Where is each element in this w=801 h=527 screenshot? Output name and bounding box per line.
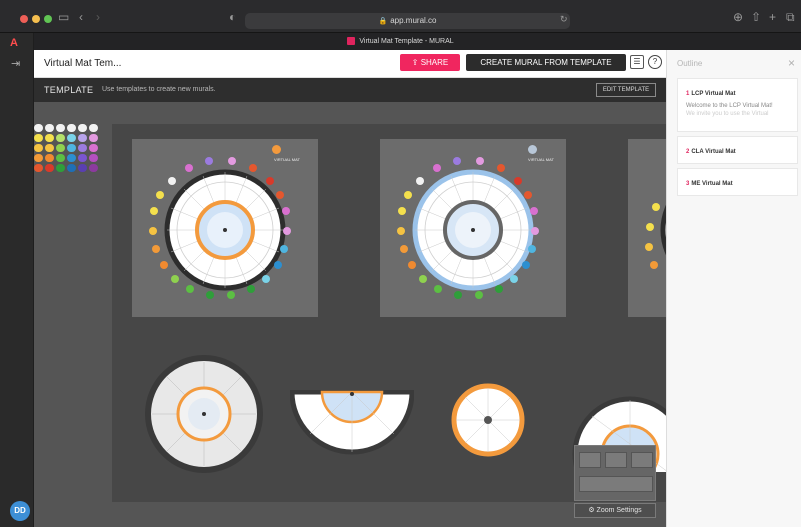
mural-title[interactable]: Virtual Mat Tem... bbox=[44, 58, 121, 69]
tab-bar: Virtual Mat Template - MURAL bbox=[0, 33, 801, 50]
mural-header: Virtual Mat Tem... ⇪ SHARE CREATE MURAL … bbox=[34, 50, 666, 78]
gear-icon: ⚙ bbox=[588, 507, 597, 514]
zoom-window-button[interactable] bbox=[44, 15, 52, 23]
zoom-settings-button[interactable]: ⚙ Zoom Settings bbox=[574, 503, 656, 518]
reload-icon[interactable]: ↻ bbox=[560, 12, 568, 26]
template-description: Use templates to create new murals. bbox=[102, 86, 216, 93]
half-disc-graphic bbox=[290, 390, 414, 455]
palette-chip[interactable] bbox=[56, 134, 65, 142]
palette-chip[interactable] bbox=[34, 144, 43, 152]
browser-toolbar: ▭ ‹ › ◐ 🔒 app.mural.co ↻ ⊕ ⇧ + ⧉ bbox=[0, 0, 801, 33]
minimap-cell[interactable] bbox=[605, 452, 627, 468]
palette-chip[interactable] bbox=[56, 144, 65, 152]
outline-item-preview: Welcome to the LCP Virtual Mat! bbox=[686, 103, 773, 109]
mat-wheel-graphic bbox=[645, 203, 666, 269]
outline-item-number: 3 bbox=[686, 181, 690, 187]
mural-favicon-icon bbox=[347, 37, 356, 46]
tab-overview-icon[interactable]: ⧉ bbox=[786, 10, 795, 24]
palette-chip[interactable] bbox=[78, 134, 87, 142]
outline-item-preview-faded: We invite you to use the Virtual bbox=[686, 111, 769, 117]
palette-chip[interactable] bbox=[89, 154, 98, 162]
share-label: SHARE bbox=[420, 58, 449, 67]
palette-chip[interactable] bbox=[78, 154, 87, 162]
close-icon[interactable]: × bbox=[788, 56, 795, 70]
palette-chip[interactable] bbox=[67, 154, 76, 162]
outline-panel: Outline × 1 LCP Virtual Mat Welcome to th… bbox=[666, 50, 801, 527]
share-sheet-icon[interactable]: ⇧ bbox=[751, 10, 761, 24]
template-label: TEMPLATE bbox=[44, 85, 94, 95]
privacy-shield-icon[interactable]: ◐ bbox=[229, 10, 236, 24]
minimap-cell[interactable] bbox=[579, 476, 653, 492]
small-disc-graphic bbox=[451, 383, 525, 457]
back-arrow-icon[interactable]: ‹ bbox=[79, 10, 83, 24]
outline-item-me[interactable]: 3 ME Virtual Mat bbox=[677, 168, 798, 196]
sticky-palette[interactable] bbox=[34, 122, 104, 182]
palette-chip[interactable] bbox=[34, 154, 43, 162]
address-bar[interactable]: 🔒 app.mural.co bbox=[245, 13, 570, 29]
palette-chip[interactable] bbox=[56, 154, 65, 162]
outline-title: Outline bbox=[677, 59, 703, 68]
palette-chip[interactable] bbox=[89, 164, 98, 172]
palette-chip[interactable] bbox=[89, 134, 98, 142]
palette-chip[interactable] bbox=[34, 134, 43, 142]
active-tab[interactable]: Virtual Mat Template - MURAL bbox=[0, 36, 801, 47]
palette-chip[interactable] bbox=[67, 164, 76, 172]
minimap[interactable] bbox=[574, 445, 656, 501]
palette-chip[interactable] bbox=[67, 144, 76, 152]
outline-toggle-icon[interactable]: ☰ bbox=[630, 55, 644, 69]
share-button[interactable]: ⇪ SHARE bbox=[400, 54, 460, 71]
palette-chip[interactable] bbox=[89, 144, 98, 152]
mat-badges-graphic bbox=[149, 157, 291, 299]
edit-template-button[interactable]: EDIT TEMPLATE bbox=[596, 83, 656, 97]
outline-item-cla[interactable]: 2 CLA Virtual Mat bbox=[677, 136, 798, 164]
new-tab-icon[interactable]: + bbox=[769, 10, 776, 24]
forward-arrow-icon[interactable]: › bbox=[96, 10, 100, 24]
palette-chip[interactable] bbox=[34, 164, 43, 172]
outline-item-number: 2 bbox=[686, 149, 690, 155]
sidebar-toggle-icon[interactable]: ▭ bbox=[58, 10, 69, 24]
palette-chip[interactable] bbox=[67, 134, 76, 142]
outline-item-label: ME Virtual Mat bbox=[691, 181, 733, 187]
palette-chip[interactable] bbox=[67, 124, 76, 132]
palette-chip[interactable] bbox=[45, 134, 54, 142]
me-virtual-mat[interactable] bbox=[628, 139, 666, 317]
tab-title-text: Virtual Mat Template - MURAL bbox=[359, 38, 454, 45]
template-bar: TEMPLATE Use templates to create new mur… bbox=[34, 78, 666, 102]
minimize-window-button[interactable] bbox=[32, 15, 40, 23]
cla-virtual-mat[interactable]: VIRTUAL MAT bbox=[380, 139, 566, 317]
palette-chip[interactable] bbox=[45, 154, 54, 162]
mural-canvas[interactable]: VIRTUAL MAT VIRTUAL MAT ⚙ Zoom Settings bbox=[34, 102, 666, 527]
create-mural-button[interactable]: CREATE MURAL FROM TEMPLATE bbox=[466, 54, 626, 71]
lock-icon: 🔒 bbox=[378, 18, 388, 25]
minimap-cell[interactable] bbox=[579, 452, 601, 468]
app-logo-icon[interactable]: A bbox=[10, 37, 18, 49]
app-rail: A ⇥ DD bbox=[0, 33, 34, 527]
close-window-button[interactable] bbox=[20, 15, 28, 23]
palette-chip[interactable] bbox=[89, 124, 98, 132]
palette-chip[interactable] bbox=[56, 124, 65, 132]
palette-chip[interactable] bbox=[45, 164, 54, 172]
help-icon[interactable]: ? bbox=[648, 55, 662, 69]
minimap-cell[interactable] bbox=[631, 452, 653, 468]
palette-chip[interactable] bbox=[78, 144, 87, 152]
palette-chip[interactable] bbox=[78, 124, 87, 132]
outline-item-lcp[interactable]: 1 LCP Virtual Mat Welcome to the LCP Virt… bbox=[677, 78, 798, 132]
lcp-virtual-mat[interactable]: VIRTUAL MAT bbox=[132, 139, 318, 317]
palette-chip[interactable] bbox=[78, 164, 87, 172]
share-icon: ⇪ bbox=[411, 58, 421, 67]
mat-badges-graphic bbox=[397, 157, 539, 299]
palette-chip[interactable] bbox=[34, 124, 43, 132]
outline-item-number: 1 bbox=[686, 91, 690, 97]
avatar[interactable]: DD bbox=[10, 501, 30, 521]
palette-chip[interactable] bbox=[45, 144, 54, 152]
outline-item-label: CLA Virtual Mat bbox=[691, 149, 736, 155]
outline-item-label: LCP Virtual Mat bbox=[691, 91, 736, 97]
zoom-settings-label: Zoom Settings bbox=[596, 507, 642, 514]
full-disc-graphic bbox=[145, 355, 263, 473]
palette-chip[interactable] bbox=[45, 124, 54, 132]
palette-chip[interactable] bbox=[56, 164, 65, 172]
download-icon[interactable]: ⊕ bbox=[733, 10, 743, 24]
exit-icon[interactable]: ⇥ bbox=[11, 57, 20, 70]
address-url: app.mural.co bbox=[390, 16, 437, 25]
